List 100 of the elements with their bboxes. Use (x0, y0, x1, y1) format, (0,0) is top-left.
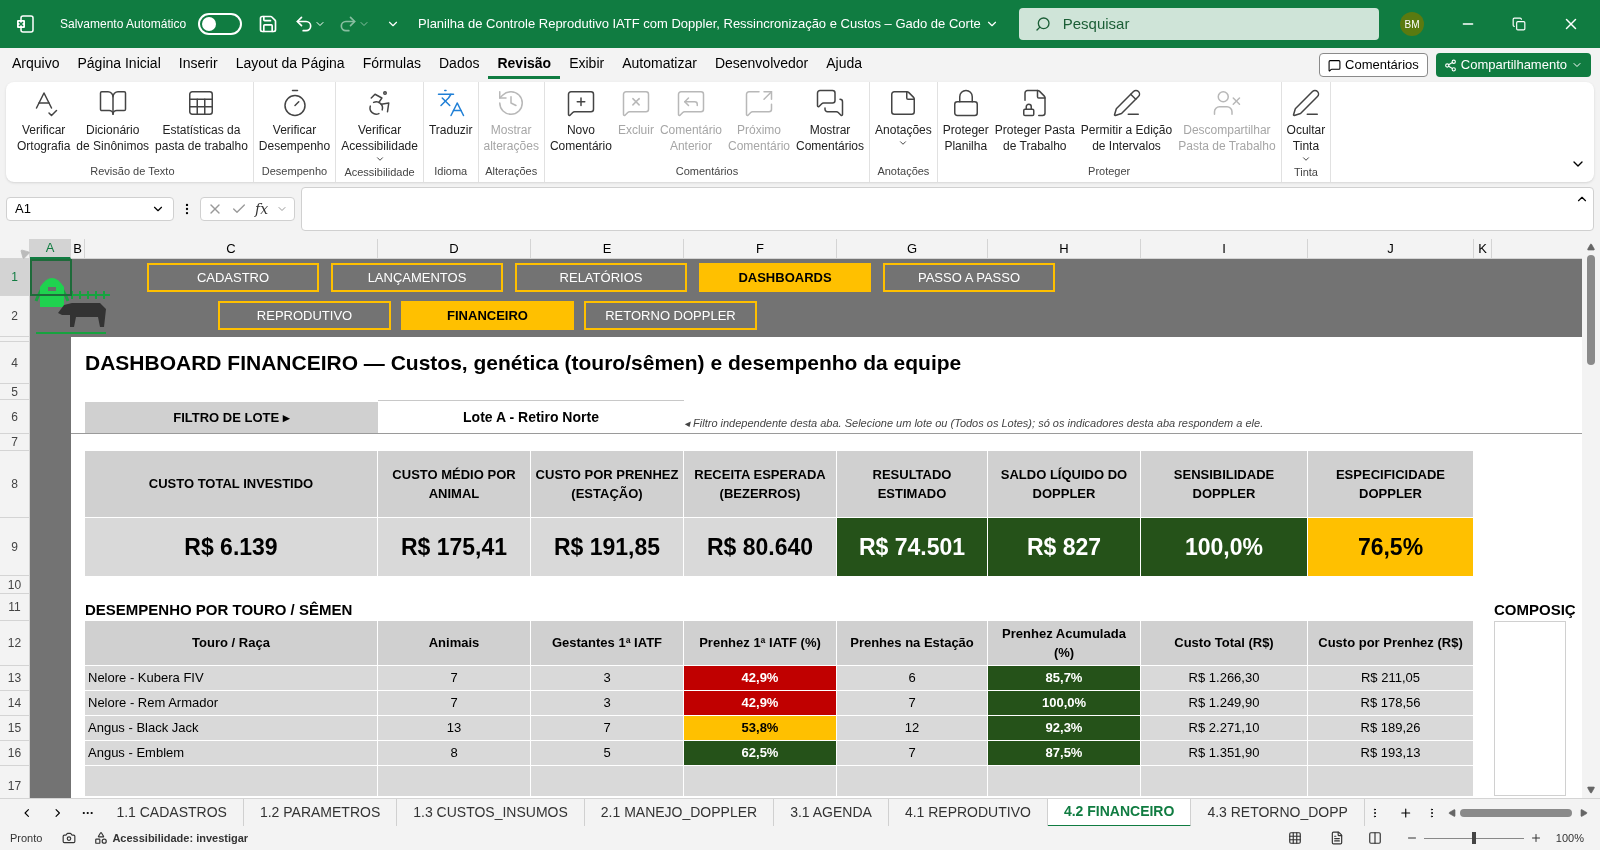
vertical-scrollbar[interactable] (1582, 239, 1600, 798)
nav-button[interactable]: CADASTRO (147, 263, 319, 292)
row-header[interactable]: 11 (0, 594, 30, 621)
menu-tab[interactable]: Fórmulas (353, 51, 430, 79)
cell-cursor (30, 259, 72, 296)
comments-icon (815, 88, 845, 118)
row-header[interactable]: 5 (0, 384, 30, 400)
ribbon-command[interactable]: Proteger Planilha (939, 88, 992, 154)
scroll-up-icon[interactable] (1587, 243, 1595, 251)
menu-tab[interactable]: Desenvolvedor (705, 51, 818, 79)
table-cell: 7 (378, 666, 531, 691)
comment-reply-icon (675, 88, 706, 118)
name-box[interactable]: A1 (6, 197, 174, 221)
ribbon-command[interactable]: Novo Comentário (546, 88, 615, 154)
search-box[interactable]: Pesquisar (1018, 8, 1379, 40)
section-title: DESEMPENHO POR TOURO / SÊMEN (85, 599, 354, 620)
insert-function-button[interactable]: fx (255, 198, 269, 220)
table-cell: 13 (378, 716, 531, 741)
zoom-slider-thumb[interactable] (1471, 832, 1476, 844)
menu-tab[interactable]: Revisão (488, 51, 561, 79)
ribbon-group-label: Comentários (674, 163, 740, 179)
sheet-tab[interactable]: 4.2 FINANCEIRO (1047, 798, 1192, 827)
scroll-down-icon[interactable] (1587, 786, 1595, 794)
ribbon-command[interactable]: Verificar Desempenho (255, 88, 334, 154)
table-cell: R$ 2.271,10 (1141, 716, 1308, 741)
ribbon-command[interactable]: Verificar Ortografia (14, 88, 74, 154)
subnav-button[interactable]: REPRODUTIVO (218, 301, 391, 330)
menu-tab[interactable]: Exibir (560, 51, 614, 79)
camera-icon[interactable] (62, 831, 77, 845)
menu-tab[interactable]: Arquivo (3, 51, 69, 79)
ribbon-command[interactable]: Ocultar Tinta (1283, 88, 1329, 164)
ribbon-command[interactable]: Mostrar Comentários (793, 88, 868, 154)
table-header: Custo por Prenhez (R$) (1308, 621, 1474, 666)
row-header[interactable]: 17 (0, 766, 30, 798)
ribbon-group-label: Anotações (876, 163, 931, 179)
menu-tab[interactable]: Automatizar (613, 51, 706, 79)
kpi-label: CUSTO TOTAL INVESTIDO (85, 451, 377, 518)
ribbon-command[interactable]: Verificar Acessibilidade (338, 88, 421, 164)
row-header[interactable]: 9 (0, 518, 30, 576)
ribbon-group-label: Tinta (1292, 165, 1319, 180)
ribbon-group-label: Alterações (484, 163, 539, 179)
table-cell: Angus - Black Jack (85, 716, 378, 741)
ribbon-group-label: Desempenho (260, 163, 329, 179)
menu-tab[interactable]: Inserir (169, 51, 227, 79)
table-header: Gestantes 1ª IATF (531, 621, 684, 666)
page-layout-icon[interactable] (1329, 831, 1344, 845)
ribbon-command[interactable]: Permitir a Edição de Intervalos (1077, 88, 1176, 154)
row-header[interactable]: 12 (0, 621, 30, 666)
zoom-in-icon[interactable] (1529, 832, 1542, 844)
subnav-button[interactable]: FINANCEIRO (401, 301, 574, 330)
subnav-button[interactable]: RETORNO DOPPLER (584, 301, 757, 330)
caret-icon (374, 154, 385, 164)
scroll-thumb[interactable] (1459, 808, 1572, 817)
nav-button[interactable]: PASSO A PASSO (883, 263, 1055, 292)
row-header[interactable]: 6 (0, 400, 30, 434)
row-header[interactable]: 1 (0, 259, 30, 296)
formula-input[interactable] (301, 187, 1594, 231)
table-cell: 53,8% (684, 716, 837, 741)
comments-button[interactable]: Comentários (1319, 53, 1428, 77)
row-header[interactable]: 10 (0, 576, 30, 594)
row-header[interactable]: 4 (0, 342, 30, 384)
zoom-slider[interactable] (1423, 832, 1524, 844)
accessibility-status[interactable]: Acessibilidade: investigar (112, 829, 249, 847)
row-header[interactable]: 2 (0, 296, 30, 337)
row-header[interactable]: 16 (0, 741, 30, 766)
menu-tab[interactable]: Ajuda (817, 51, 872, 79)
nav-button[interactable]: RELATÓRIOS (515, 263, 687, 292)
menu-tab[interactable]: Layout da Página (226, 51, 354, 79)
user-avatar[interactable]: BM (1400, 12, 1424, 36)
autosave-toggle[interactable] (198, 13, 243, 35)
ribbon-command[interactable]: Dicionário de Sinônimos (73, 88, 153, 154)
row-header[interactable]: 15 (0, 716, 30, 741)
row-header[interactable]: 14 (0, 691, 30, 716)
ribbon-command[interactable]: Traduzir (425, 88, 476, 138)
row-header[interactable]: 13 (0, 666, 30, 691)
row-header[interactable]: 8 (0, 451, 30, 518)
save-icon[interactable] (258, 14, 279, 34)
table-cell: 100,0% (988, 691, 1141, 716)
window-title[interactable]: Planilha de Controle Reprodutivo IATF com Doppler, Ressincronização e Custos – Gado de Corte (418, 14, 981, 34)
row-header[interactable]: 7 (0, 434, 30, 451)
page-break-icon[interactable] (1367, 831, 1382, 845)
share-button[interactable]: Compartilhamento (1435, 53, 1591, 77)
menu-tab[interactable]: Página Inicial (68, 51, 170, 79)
scroll-right-icon[interactable] (1579, 808, 1588, 817)
scroll-thumb[interactable] (1587, 255, 1595, 365)
table-cell: 7 (378, 691, 531, 716)
share-icon (1443, 58, 1457, 72)
ribbon-command[interactable]: Estatísticas da pasta de trabalho (152, 88, 251, 154)
ribbon-command[interactable]: Proteger Pasta de Trabalho (991, 88, 1078, 154)
menu-tab[interactable]: Dados (430, 51, 489, 79)
ribbon-group-label: Proteger (1087, 163, 1132, 179)
search-field[interactable]: Pesquisar (1062, 12, 1353, 36)
nav-button[interactable]: DASHBOARDS (699, 263, 871, 292)
normal-view-icon[interactable] (1287, 831, 1302, 845)
ribbon-command[interactable]: Anotações (872, 88, 935, 148)
nav-button[interactable]: LANÇAMENTOS (331, 263, 503, 292)
restore-icon[interactable] (1512, 17, 1526, 31)
kpi-value: R$ 74.501 (837, 518, 987, 576)
column-header[interactable]: A (30, 239, 71, 259)
zoom-level[interactable]: 100% (1555, 829, 1584, 847)
